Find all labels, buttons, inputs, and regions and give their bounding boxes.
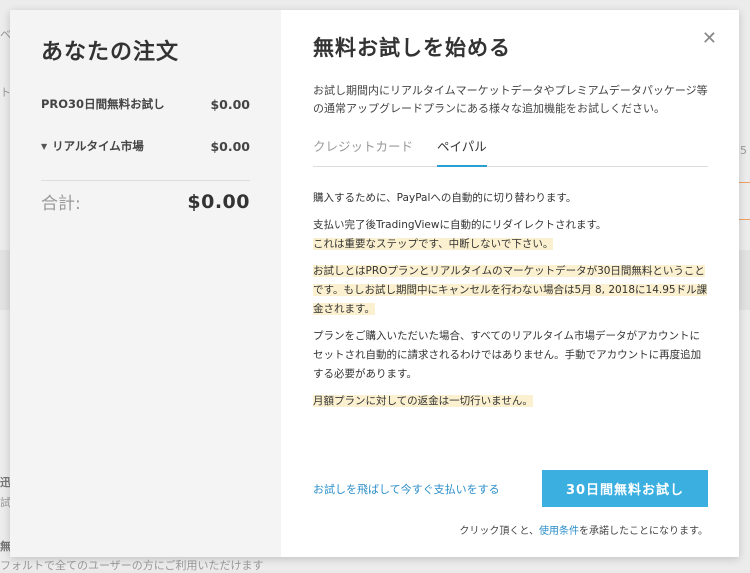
order-item: PRO30日間無料お試し $0.00 <box>41 96 250 112</box>
paypal-redirect-text: 購入するために、PayPalへの自動的に切り替わります。 <box>313 192 577 204</box>
terms-agreement: クリック頂くと、使用条件を承諾したことになります。 <box>459 522 708 537</box>
trial-title: 無料お試しを始める <box>313 36 511 60</box>
important-warning: これは重要なステップです、中断しないで下さい。 <box>313 238 554 250</box>
redirect-text: 支払い完了後TradingViewに自動的にリダイレクトされます。 <box>313 219 607 231</box>
trial-modal: あなたの注文 PRO30日間無料お試し $0.00 ▼ リアルタイム市場 $0.0… <box>10 10 739 557</box>
caret-down-icon: ▼ <box>41 142 48 151</box>
agree-suffix: を承諾したことになります。 <box>579 526 708 537</box>
order-total: 合計: $0.00 <box>41 189 250 215</box>
refund-policy-text: 月額プランに対しての返金は一切行いません。 <box>313 395 533 407</box>
trial-intro: お試し期間内にリアルタイムマーケットデータやプレミアムデータパッケージ等の通常ア… <box>313 84 708 115</box>
market-data-notice: プランをご購入いただいた場合、すべてのリアルタイム市場データがアカウントにセット… <box>313 330 702 380</box>
order-item-price: $0.00 <box>210 96 250 112</box>
actions: お試しを飛ばして今すぐ支払いをする 30日間無料お試し <box>313 470 708 507</box>
trial-panel: 無料お試しを始める ✕ お試し期間内にリアルタイムマーケットデータやプレミアムデ… <box>281 10 739 557</box>
bg-snippet: 5 月 <box>740 144 750 157</box>
order-item-label: PRO30日間無料お試し <box>41 97 165 111</box>
order-summary-panel: あなたの注文 PRO30日間無料お試し $0.00 ▼ リアルタイム市場 $0.0… <box>10 10 281 557</box>
terms-link[interactable]: 使用条件 <box>539 526 579 537</box>
start-trial-button[interactable]: 30日間無料お試し <box>542 470 708 507</box>
tab-credit-card[interactable]: クレジットカード <box>313 134 413 166</box>
close-icon[interactable]: ✕ <box>702 30 717 48</box>
trial-terms: お試しとはPROプランとリアルタイムのマーケットデータが30日間無料ということで… <box>313 262 708 319</box>
order-item-toggle[interactable]: ▼ リアルタイム市場 <box>41 138 144 154</box>
order-item-price: $0.00 <box>210 138 250 154</box>
tab-paypal[interactable]: ペイパル <box>437 134 487 167</box>
payment-tabs: クレジットカード ペイパル <box>313 134 708 167</box>
order-title: あなたの注文 <box>41 40 180 65</box>
paypal-info: 購入するために、PayPalへの自動的に切り替わります。 支払い完了後Tradi… <box>313 189 708 411</box>
total-label: 合計: <box>41 194 81 214</box>
divider <box>41 180 250 181</box>
bg-snippet: フォルトで全てのユーザーの方にご利用いただけます <box>0 559 264 572</box>
order-item-label: リアルタイム市場 <box>52 139 144 153</box>
skip-trial-link[interactable]: お試しを飛ばして今すぐ支払いをする <box>313 481 500 497</box>
redirect-after-payment: 支払い完了後TradingViewに自動的にリダイレクトされます。 これは重要な… <box>313 216 708 254</box>
trial-terms-text: お試しとはPROプランとリアルタイムのマーケットデータが30日間無料ということで… <box>313 265 708 315</box>
total-value: $0.00 <box>187 190 250 213</box>
order-item-expandable[interactable]: ▼ リアルタイム市場 $0.00 <box>41 138 250 154</box>
refund-policy: 月額プランに対しての返金は一切行いません。 <box>313 392 708 411</box>
agree-prefix: クリック頂くと、 <box>459 526 539 537</box>
